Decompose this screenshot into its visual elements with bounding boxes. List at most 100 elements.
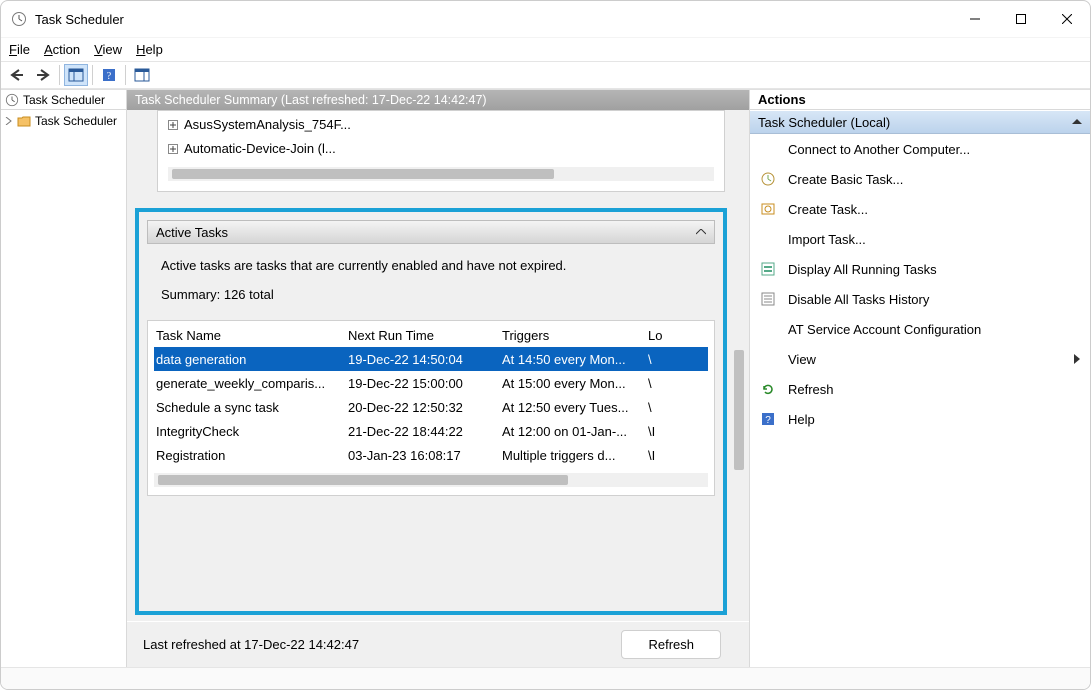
upper-task-status-box: AsusSystemAnalysis_754F...Automatic-Devi… xyxy=(157,110,725,192)
column-header[interactable]: Task Name xyxy=(154,328,346,343)
nav-header-label: Task Scheduler xyxy=(23,93,105,107)
basic-task-icon xyxy=(760,171,776,187)
window-title: Task Scheduler xyxy=(35,12,124,27)
actions-group-header[interactable]: Task Scheduler (Local) xyxy=(750,110,1090,134)
toolbar-pane2-button[interactable] xyxy=(130,64,154,86)
action-label: Refresh xyxy=(788,382,834,397)
back-button[interactable] xyxy=(5,64,29,86)
action-item[interactable]: Create Basic Task... xyxy=(750,164,1090,194)
active-tasks-summary: Summary: 126 total xyxy=(161,287,703,302)
app-clock-icon xyxy=(11,11,27,27)
close-button[interactable] xyxy=(1044,3,1090,35)
table-cell: 19-Dec-22 14:50:04 xyxy=(346,352,500,367)
task-icon xyxy=(760,201,776,217)
action-item[interactable]: Refresh xyxy=(750,374,1090,404)
action-item[interactable]: AT Service Account Configuration xyxy=(750,314,1090,344)
window-controls xyxy=(952,3,1090,35)
running-icon xyxy=(760,261,776,277)
last-refreshed-text: Last refreshed at 17-Dec-22 14:42:47 xyxy=(143,637,359,652)
action-label: Import Task... xyxy=(788,232,866,247)
table-cell: data generation xyxy=(154,352,346,367)
center-scrollbar[interactable] xyxy=(731,110,747,667)
action-item[interactable]: Connect to Another Computer... xyxy=(750,134,1090,164)
toolbar-help-button[interactable]: ? xyxy=(97,64,121,86)
titlebar: Task Scheduler xyxy=(1,1,1090,37)
client-area: Task Scheduler Task Scheduler Task Sched… xyxy=(1,89,1090,667)
column-header[interactable]: Next Run Time xyxy=(346,328,500,343)
menu-file[interactable]: File xyxy=(9,42,30,57)
table-cell: 21-Dec-22 18:44:22 xyxy=(346,424,500,439)
action-item[interactable]: Disable All Tasks History xyxy=(750,284,1090,314)
action-item[interactable]: Import Task... xyxy=(750,224,1090,254)
upper-hscroll[interactable] xyxy=(168,167,714,181)
table-cell: 20-Dec-22 12:50:32 xyxy=(346,400,500,415)
table-row[interactable]: Schedule a sync task20-Dec-22 12:50:32At… xyxy=(154,395,708,419)
blank-icon xyxy=(760,231,776,247)
window: Task Scheduler File Action View Help xyxy=(0,0,1091,690)
toolbar-pane1-button[interactable] xyxy=(64,64,88,86)
plus-box-icon xyxy=(168,120,178,130)
menu-action[interactable]: Action xyxy=(44,42,80,57)
action-item[interactable]: View xyxy=(750,344,1090,374)
menu-help[interactable]: Help xyxy=(136,42,163,57)
table-cell: \I xyxy=(646,424,664,439)
nav-header: Task Scheduler xyxy=(1,90,126,110)
tasks-hscroll[interactable] xyxy=(154,473,708,487)
nav-tree-root[interactable]: Task Scheduler xyxy=(3,112,126,130)
task-folder-item[interactable]: Automatic-Device-Join (l... xyxy=(168,137,714,161)
active-tasks-highlighted: Active Tasks Active tasks are tasks that… xyxy=(135,208,727,615)
table-cell: Registration xyxy=(154,448,346,463)
chevron-right-icon xyxy=(5,117,13,125)
table-cell: At 15:00 every Mon... xyxy=(500,376,646,391)
table-row[interactable]: generate_weekly_comparis...19-Dec-22 15:… xyxy=(154,371,708,395)
actions-group-label: Task Scheduler (Local) xyxy=(758,115,890,130)
collapse-icon xyxy=(1072,119,1082,125)
column-header[interactable]: Lo xyxy=(646,328,664,343)
help-icon: ? xyxy=(760,411,776,427)
status-bar xyxy=(1,667,1090,689)
center-footer: Last refreshed at 17-Dec-22 14:42:47 Ref… xyxy=(127,621,749,667)
item-label: Automatic-Device-Join (l... xyxy=(184,137,336,161)
action-label: Connect to Another Computer... xyxy=(788,142,970,157)
center-pane: Task Scheduler Summary (Last refreshed: … xyxy=(127,90,750,667)
active-tasks-description: Active tasks are tasks that are currentl… xyxy=(161,258,703,273)
table-cell: 19-Dec-22 15:00:00 xyxy=(346,376,500,391)
actions-pane: Actions Task Scheduler (Local) Connect t… xyxy=(750,90,1090,667)
svg-text:?: ? xyxy=(107,71,112,82)
active-tasks-header[interactable]: Active Tasks xyxy=(147,220,715,244)
task-folder-item[interactable]: AsusSystemAnalysis_754F... xyxy=(168,113,714,137)
nav-root-label: Task Scheduler xyxy=(35,114,117,128)
maximize-button[interactable] xyxy=(998,3,1044,35)
forward-button[interactable] xyxy=(31,64,55,86)
table-cell: At 14:50 every Mon... xyxy=(500,352,646,367)
blank-icon xyxy=(760,141,776,157)
collapse-icon[interactable] xyxy=(696,229,706,235)
app-clock-icon xyxy=(5,93,19,107)
menu-view[interactable]: View xyxy=(94,42,122,57)
action-item[interactable]: Create Task... xyxy=(750,194,1090,224)
action-label: Create Basic Task... xyxy=(788,172,903,187)
active-tasks-table: Task NameNext Run TimeTriggersLo data ge… xyxy=(147,320,715,496)
table-row[interactable]: data generation19-Dec-22 14:50:04At 14:5… xyxy=(154,347,708,371)
action-item[interactable]: ? Help xyxy=(750,404,1090,434)
table-cell: \ xyxy=(646,376,664,391)
refresh-button[interactable]: Refresh xyxy=(621,630,721,659)
center-header-text: Task Scheduler Summary (Last refreshed: … xyxy=(135,93,487,107)
plus-box-icon xyxy=(168,144,178,154)
table-cell: Schedule a sync task xyxy=(154,400,346,415)
action-label: View xyxy=(788,352,816,367)
action-label: Help xyxy=(788,412,815,427)
action-label: Display All Running Tasks xyxy=(788,262,937,277)
action-label: Disable All Tasks History xyxy=(788,292,929,307)
table-cell: At 12:50 every Tues... xyxy=(500,400,646,415)
table-cell: generate_weekly_comparis... xyxy=(154,376,346,391)
table-row[interactable]: IntegrityCheck21-Dec-22 18:44:22At 12:00… xyxy=(154,419,708,443)
center-header: Task Scheduler Summary (Last refreshed: … xyxy=(127,90,749,110)
minimize-button[interactable] xyxy=(952,3,998,35)
blank-icon xyxy=(760,321,776,337)
toolbar: ? xyxy=(1,61,1090,89)
column-header[interactable]: Triggers xyxy=(500,328,646,343)
action-item[interactable]: Display All Running Tasks xyxy=(750,254,1090,284)
table-cell: \ xyxy=(646,352,664,367)
table-row[interactable]: Registration03-Jan-23 16:08:17Multiple t… xyxy=(154,443,708,467)
